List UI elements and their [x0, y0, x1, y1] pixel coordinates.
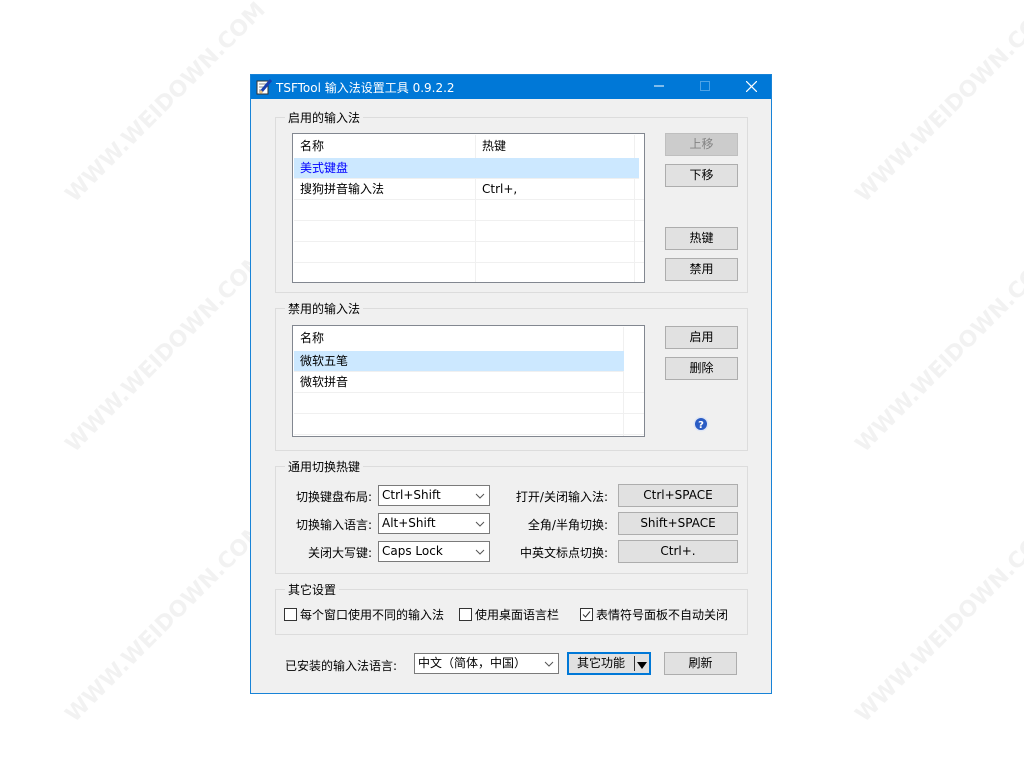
ime-name: 微软五笔: [300, 354, 349, 368]
list-item[interactable]: 微软拼音: [294, 372, 644, 393]
notepad-pen-icon: [256, 79, 273, 95]
list-item[interactable]: 美式键盘: [294, 158, 639, 179]
hotkey-group: 通用切换热键 切换键盘布局: Ctrl+Shift 切换输入语言: Alt+Sh…: [275, 458, 748, 574]
column-header-name[interactable]: 名称: [294, 135, 476, 155]
minimize-button[interactable]: [636, 75, 682, 99]
enabled-ime-group: 启用的输入法 名称 热键 美式键盘 搜狗拼音输入法 Ctrl+, 上移 下移 热…: [275, 109, 748, 293]
empty-row: [294, 263, 644, 282]
delete-button[interactable]: 删除: [665, 357, 738, 380]
watermark: WWW.WEIDOWN.COM: [850, 247, 1024, 458]
emoji-panel-checkbox[interactable]: 表情符号面板不自动关闭: [580, 607, 740, 623]
column-header-name[interactable]: 名称: [294, 327, 624, 347]
switch-layout-label: 切换键盘布局:: [295, 490, 372, 504]
ime-name: 微软拼音: [300, 375, 349, 389]
punct-label: 中英文标点切换:: [519, 546, 608, 560]
svg-text:?: ?: [698, 420, 704, 431]
empty-row: [294, 200, 644, 221]
maximize-button[interactable]: [682, 75, 728, 99]
disable-button[interactable]: 禁用: [665, 258, 738, 281]
switch-layout-value: Ctrl+Shift: [382, 488, 441, 502]
split-separator: [634, 656, 635, 671]
disabled-ime-group: 禁用的输入法 名称 微软五笔 微软拼音 启用 删除 ?: [275, 300, 748, 451]
punct-hotkey-button[interactable]: Ctrl+.: [618, 540, 738, 563]
ime-hotkey: [476, 158, 636, 178]
ime-hotkey: Ctrl+,: [482, 182, 518, 196]
watermark: WWW.WEIDOWN.COM: [850, 0, 1024, 208]
other-settings-group-label: 其它设置: [285, 581, 340, 598]
switch-language-label: 切换输入语言:: [295, 518, 372, 532]
checkbox-label: 使用桌面语言栏: [475, 608, 560, 622]
capslock-value: Caps Lock: [382, 544, 443, 558]
list-item[interactable]: 微软五笔: [294, 351, 624, 372]
watermark: WWW.WEIDOWN.COM: [850, 517, 1024, 728]
empty-row: [294, 242, 644, 263]
empty-row: [294, 393, 644, 414]
other-settings-group: 其它设置 每个窗口使用不同的输入法 使用桌面语言栏 表情符号面板不自动关闭: [275, 581, 748, 635]
toggle-ime-hotkey-button[interactable]: Ctrl+SPACE: [618, 484, 738, 507]
empty-row: [294, 221, 644, 242]
other-functions-button[interactable]: 其它功能: [569, 654, 633, 673]
switch-language-select[interactable]: Alt+Shift: [378, 513, 490, 534]
enabled-ime-list[interactable]: 名称 热键 美式键盘 搜狗拼音输入法 Ctrl+,: [292, 133, 645, 283]
capslock-label: 关闭大写键:: [307, 546, 372, 560]
enable-button[interactable]: 启用: [665, 326, 738, 349]
move-up-button[interactable]: 上移: [665, 133, 738, 156]
refresh-button[interactable]: 刷新: [664, 652, 737, 675]
installed-lang-select[interactable]: 中文（简体，中国）: [414, 653, 559, 674]
list-header: 名称: [294, 327, 624, 349]
watermark: WWW.WEIDOWN.COM: [60, 0, 271, 208]
hotkey-group-label: 通用切换热键: [285, 458, 364, 475]
capslock-select[interactable]: Caps Lock: [378, 541, 490, 562]
checkbox-box[interactable]: [459, 608, 472, 621]
list-header: 名称 热键: [294, 135, 644, 156]
dropdown-arrow-icon[interactable]: [637, 659, 647, 673]
installed-lang-value: 中文（简体，中国）: [418, 656, 527, 670]
tsftool-window: TSFTool 输入法设置工具 0.9.2.2 启用的输入法 名称 热键 美式键…: [250, 74, 772, 694]
desktop-langbar-checkbox[interactable]: 使用桌面语言栏: [459, 607, 569, 623]
empty-row: [294, 414, 644, 435]
installed-lang-label: 已安装的输入法语言:: [285, 659, 398, 673]
title-bar[interactable]: TSFTool 输入法设置工具 0.9.2.2: [251, 75, 771, 99]
help-question-icon[interactable]: ?: [693, 416, 709, 432]
enabled-ime-group-label: 启用的输入法: [285, 109, 364, 126]
per-window-ime-checkbox[interactable]: 每个窗口使用不同的输入法: [284, 607, 454, 623]
chevron-down-icon: [475, 486, 485, 505]
fullhalf-hotkey-button[interactable]: Shift+SPACE: [618, 512, 738, 535]
disabled-ime-list[interactable]: 名称 微软五笔 微软拼音: [292, 325, 645, 437]
checkbox-label: 每个窗口使用不同的输入法: [300, 608, 445, 622]
fullhalf-label: 全角/半角切换:: [527, 518, 608, 532]
disabled-ime-group-label: 禁用的输入法: [285, 300, 364, 317]
checkmark-icon: [582, 611, 591, 618]
switch-language-value: Alt+Shift: [382, 516, 436, 530]
ime-name: 搜狗拼音输入法: [300, 182, 385, 196]
hotkey-button[interactable]: 热键: [665, 227, 738, 250]
switch-layout-select[interactable]: Ctrl+Shift: [378, 485, 490, 506]
chevron-down-icon: [475, 542, 485, 561]
column-header-hotkey[interactable]: 热键: [476, 135, 636, 155]
chevron-down-icon: [544, 654, 554, 673]
watermark: WWW.WEIDOWN.COM: [60, 247, 271, 458]
window-title: TSFTool 输入法设置工具 0.9.2.2: [276, 81, 455, 95]
toggle-ime-label: 打开/关闭输入法:: [515, 490, 608, 504]
checkbox-label: 表情符号面板不自动关闭: [596, 608, 729, 622]
chevron-down-icon: [475, 514, 485, 533]
checkbox-box[interactable]: [284, 608, 297, 621]
list-item[interactable]: 搜狗拼音输入法 Ctrl+,: [294, 179, 644, 200]
move-down-button[interactable]: 下移: [665, 164, 738, 187]
watermark: WWW.WEIDOWN.COM: [60, 517, 271, 728]
close-button[interactable]: [728, 75, 774, 99]
other-functions-split-button[interactable]: 其它功能: [567, 652, 651, 675]
checkbox-box[interactable]: [580, 608, 593, 621]
ime-name: 美式键盘: [300, 161, 349, 175]
